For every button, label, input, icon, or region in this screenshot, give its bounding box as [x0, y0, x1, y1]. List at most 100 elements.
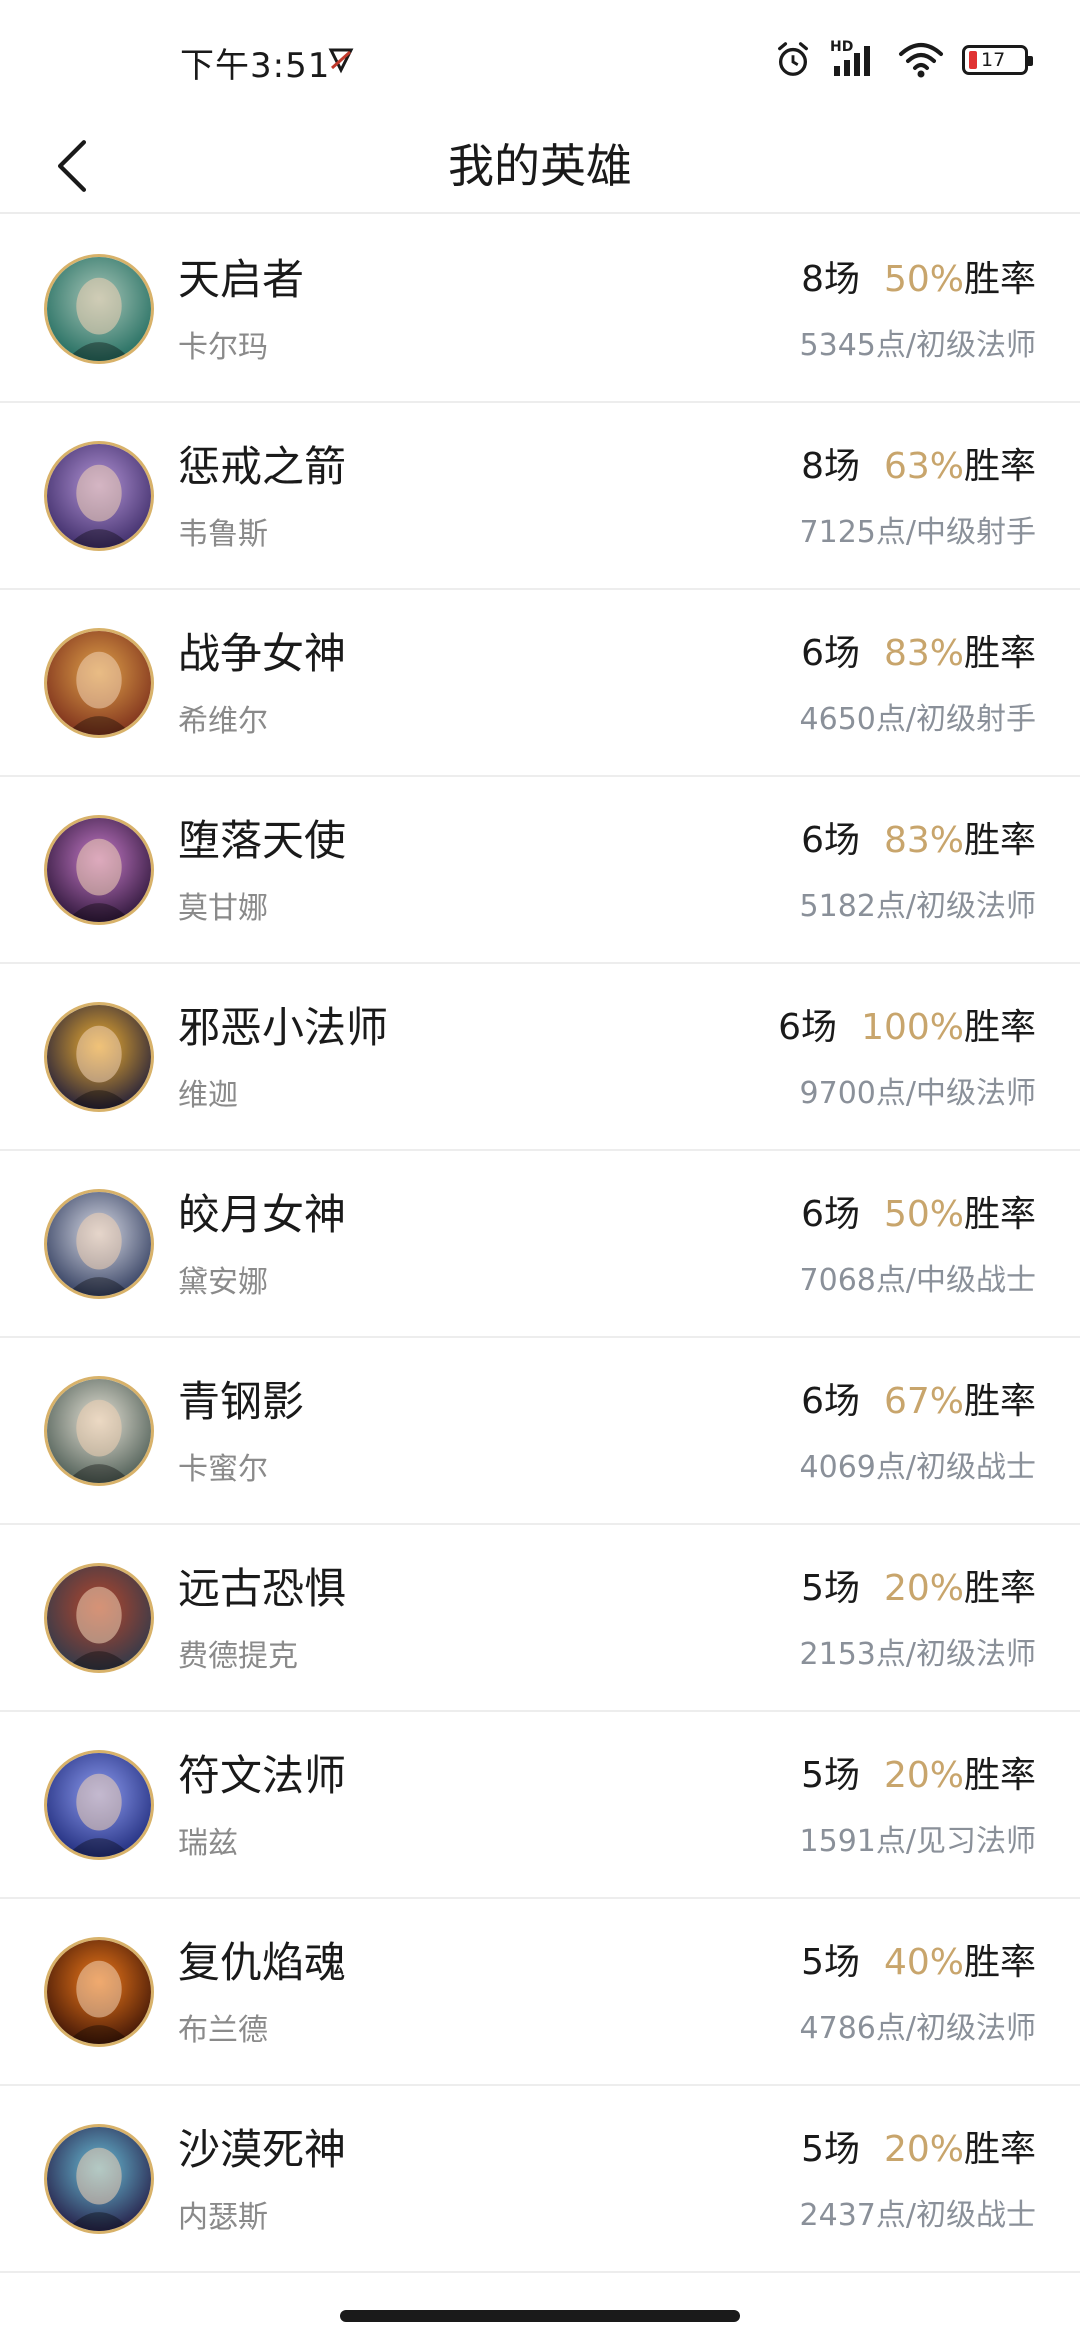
- hero-stats: 5场 20% 胜率: [801, 1563, 1036, 1615]
- battery-level-bar: [969, 51, 977, 69]
- hero-name: 维迦: [178, 1078, 238, 1113]
- alarm-icon: [774, 41, 812, 79]
- hero-points-rank: 5182点/初级法师: [799, 889, 1036, 924]
- hero-points-rank: 4069点/初级战士: [799, 1450, 1036, 1485]
- hero-stats: 5场 20% 胜率: [801, 1750, 1036, 1802]
- hero-points-rank: 2153点/初级法师: [799, 1637, 1036, 1672]
- hero-portrait-icon: [47, 818, 151, 922]
- hero-portrait-icon: [47, 1379, 151, 1483]
- hero-portrait-icon: [47, 1753, 151, 1857]
- hero-avatar: [44, 1376, 154, 1486]
- hero-winrate: 20%: [883, 1755, 964, 1796]
- hero-games-count: 5场: [801, 2129, 860, 2170]
- signal-icon: HD: [830, 40, 880, 80]
- hero-avatar: [44, 628, 154, 738]
- hero-list-item[interactable]: 皎月女神 黛安娜 6场 50% 胜率 7068点/中级战士: [0, 1151, 1080, 1338]
- hero-points-rank: 2437点/初级战士: [799, 2198, 1036, 2233]
- hero-list-item[interactable]: 邪恶小法师 维迦 6场 100% 胜率 9700点/中级法师: [0, 964, 1080, 1151]
- hero-portrait-icon: [47, 257, 151, 361]
- home-indicator[interactable]: [340, 2310, 740, 2322]
- hero-avatar: [44, 815, 154, 925]
- hero-winrate-label: 胜率: [963, 446, 1036, 487]
- hero-portrait-icon: [47, 1566, 151, 1670]
- hero-avatar: [44, 1563, 154, 1673]
- hero-games-count: 8场: [801, 259, 860, 300]
- hero-points-rank: 7068点/中级战士: [799, 1263, 1036, 1298]
- status-bar: 下午3:51 HD 17: [0, 0, 1080, 118]
- hero-name: 内瑟斯: [178, 2200, 268, 2235]
- hero-name: 卡蜜尔: [178, 1452, 268, 1487]
- hero-winrate-label: 胜率: [963, 259, 1036, 300]
- hero-games-count: 5场: [801, 1568, 860, 1609]
- hero-portrait-icon: [47, 444, 151, 548]
- hero-list-item[interactable]: 堕落天使 莫甘娜 6场 83% 胜率 5182点/初级法师: [0, 777, 1080, 964]
- hero-list-item[interactable]: 青钢影 卡蜜尔 6场 67% 胜率 4069点/初级战士: [0, 1338, 1080, 1525]
- hero-avatar: [44, 441, 154, 551]
- hero-winrate: 100%: [861, 1007, 964, 1048]
- hero-stats: 5场 20% 胜率: [801, 2124, 1036, 2176]
- hero-stats: 6场 83% 胜率: [801, 628, 1036, 680]
- hero-stats: 5场 40% 胜率: [801, 1937, 1036, 1989]
- hero-winrate-label: 胜率: [963, 2129, 1036, 2170]
- hero-list-item[interactable]: 惩戒之箭 韦鲁斯 8场 63% 胜率 7125点/中级射手: [0, 403, 1080, 590]
- hero-list-item[interactable]: 复仇焰魂 布兰德 5场 40% 胜率 4786点/初级法师: [0, 1899, 1080, 2086]
- hero-portrait-icon: [47, 1940, 151, 2044]
- hero-title: 天启者: [178, 255, 305, 304]
- hero-points-rank: 1591点/见习法师: [799, 1824, 1036, 1859]
- hero-avatar: [44, 1189, 154, 1299]
- hero-games-count: 5场: [801, 1942, 860, 1983]
- hero-list: 天启者 卡尔玛 8场 50% 胜率 5345点/初级法师 惩戒之箭 韦鲁斯 8场…: [0, 216, 1080, 2273]
- hero-games-count: 6场: [801, 633, 860, 674]
- hero-winrate-label: 胜率: [963, 820, 1036, 861]
- hero-title: 皎月女神: [178, 1190, 347, 1239]
- hero-games-count: 5场: [801, 1755, 860, 1796]
- hero-name: 瑞兹: [178, 1826, 238, 1861]
- hero-list-item[interactable]: 符文法师 瑞兹 5场 20% 胜率 1591点/见习法师: [0, 1712, 1080, 1899]
- hero-points-rank: 9700点/中级法师: [799, 1076, 1036, 1111]
- hero-title: 沙漠死神: [178, 2125, 347, 2174]
- hero-games-count: 6场: [801, 1194, 860, 1235]
- hero-avatar: [44, 1937, 154, 2047]
- hero-avatar: [44, 1002, 154, 1112]
- wifi-icon: [898, 42, 944, 78]
- hero-winrate: 83%: [883, 820, 964, 861]
- battery-icon: 17: [962, 45, 1033, 75]
- hero-winrate-label: 胜率: [963, 633, 1036, 674]
- hero-avatar: [44, 2124, 154, 2234]
- hero-list-item[interactable]: 战争女神 希维尔 6场 83% 胜率 4650点/初级射手: [0, 590, 1080, 777]
- nav-bar: 我的英雄: [0, 118, 1080, 214]
- hero-winrate: 83%: [883, 633, 964, 674]
- hero-stats: 6场 83% 胜率: [801, 815, 1036, 867]
- hero-list-item[interactable]: 沙漠死神 内瑟斯 5场 20% 胜率 2437点/初级战士: [0, 2086, 1080, 2273]
- hero-stats: 6场 50% 胜率: [801, 1189, 1036, 1241]
- status-time: 下午3:51: [180, 46, 331, 86]
- hero-winrate: 50%: [883, 259, 964, 300]
- hero-winrate-label: 胜率: [963, 1194, 1036, 1235]
- hero-portrait-icon: [47, 1192, 151, 1296]
- hero-winrate: 20%: [883, 2129, 964, 2170]
- hero-avatar: [44, 254, 154, 364]
- hero-title: 惩戒之箭: [178, 442, 347, 491]
- hero-winrate-label: 胜率: [963, 1381, 1036, 1422]
- hero-title: 青钢影: [178, 1377, 305, 1426]
- hero-points-rank: 4650点/初级射手: [799, 702, 1036, 737]
- hero-winrate: 40%: [883, 1942, 964, 1983]
- hero-winrate: 50%: [883, 1194, 964, 1235]
- hero-name: 韦鲁斯: [178, 517, 268, 552]
- hero-winrate: 67%: [883, 1381, 964, 1422]
- hero-list-item[interactable]: 远古恐惧 费德提克 5场 20% 胜率 2153点/初级法师: [0, 1525, 1080, 1712]
- hero-name: 费德提克: [178, 1639, 298, 1674]
- hero-winrate-label: 胜率: [963, 1755, 1036, 1796]
- hero-title: 堕落天使: [178, 816, 347, 865]
- hero-name: 布兰德: [178, 2013, 268, 2048]
- hero-title: 邪恶小法师: [178, 1003, 389, 1052]
- hero-list-item[interactable]: 天启者 卡尔玛 8场 50% 胜率 5345点/初级法师: [0, 216, 1080, 403]
- hero-winrate-label: 胜率: [963, 1007, 1036, 1048]
- back-button[interactable]: [30, 124, 114, 208]
- hero-stats: 6场 67% 胜率: [801, 1376, 1036, 1428]
- hero-points-rank: 5345点/初级法师: [799, 328, 1036, 363]
- hero-winrate: 63%: [883, 446, 964, 487]
- hero-stats: 8场 50% 胜率: [801, 254, 1036, 306]
- battery-level-text: 17: [981, 48, 1006, 71]
- hero-title: 复仇焰魂: [178, 1938, 347, 1987]
